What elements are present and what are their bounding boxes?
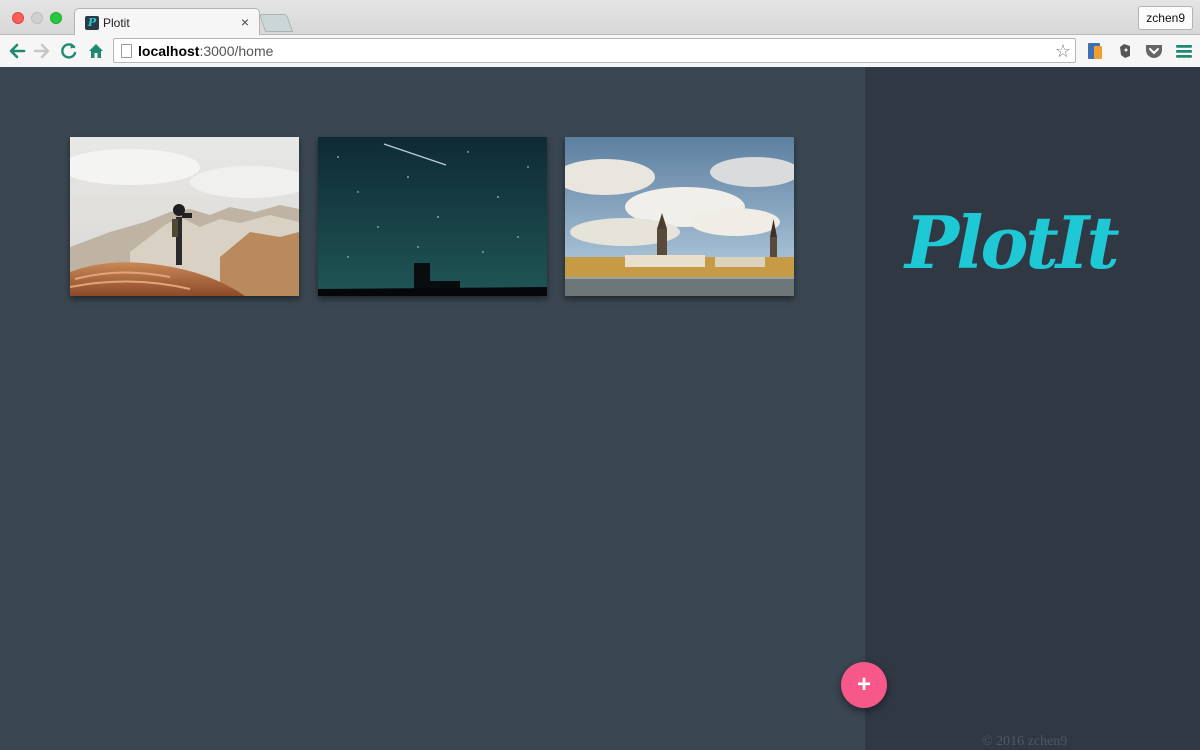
maximize-window-button[interactable] — [50, 12, 62, 24]
favicon-icon: P — [85, 16, 99, 30]
browser-chrome: P Plotit × zchen9 localhost:3000/home ☆ — [0, 0, 1200, 67]
home-icon[interactable] — [86, 41, 106, 61]
url-text: localhost:3000/home — [138, 43, 274, 59]
browser-toolbar: localhost:3000/home ☆ — [0, 35, 1200, 67]
minimize-window-button[interactable] — [31, 12, 43, 24]
tab-strip: P Plotit × zchen9 — [0, 0, 1200, 36]
photo-card-night-sky[interactable] — [318, 137, 547, 296]
star-icon[interactable]: ☆ — [1055, 40, 1071, 62]
evernote-extension-icon[interactable] — [1115, 41, 1135, 61]
hamburger-menu-icon[interactable] — [1174, 41, 1194, 61]
page-icon — [121, 44, 132, 58]
bookmarks-extension-icon[interactable] — [1085, 41, 1105, 61]
close-window-button[interactable] — [12, 12, 24, 24]
tab-title: Plotit — [103, 16, 130, 30]
address-bar[interactable]: localhost:3000/home ☆ — [113, 38, 1076, 63]
hiker-photo-image — [70, 137, 299, 296]
new-tab-button[interactable] — [258, 14, 294, 32]
city-photo-image — [565, 137, 794, 296]
sidebar — [865, 67, 1200, 750]
tab-plotit[interactable]: P Plotit × — [74, 8, 260, 36]
add-photo-button[interactable]: + — [841, 662, 887, 708]
footer-copyright: © 2016 zchen9 — [982, 734, 1068, 749]
pocket-extension-icon[interactable] — [1144, 41, 1164, 61]
photo-card-city-skyline[interactable] — [565, 137, 794, 296]
back-arrow-icon[interactable] — [7, 41, 27, 61]
profile-button[interactable]: zchen9 — [1138, 6, 1193, 30]
tab-close-icon[interactable]: × — [241, 14, 249, 30]
plotit-logo: PlotIt — [905, 200, 1120, 285]
reload-icon[interactable] — [59, 41, 79, 61]
forward-arrow-icon[interactable] — [32, 41, 52, 61]
photo-card-hiker[interactable] — [70, 137, 299, 296]
night-sky-photo-image — [318, 137, 547, 296]
